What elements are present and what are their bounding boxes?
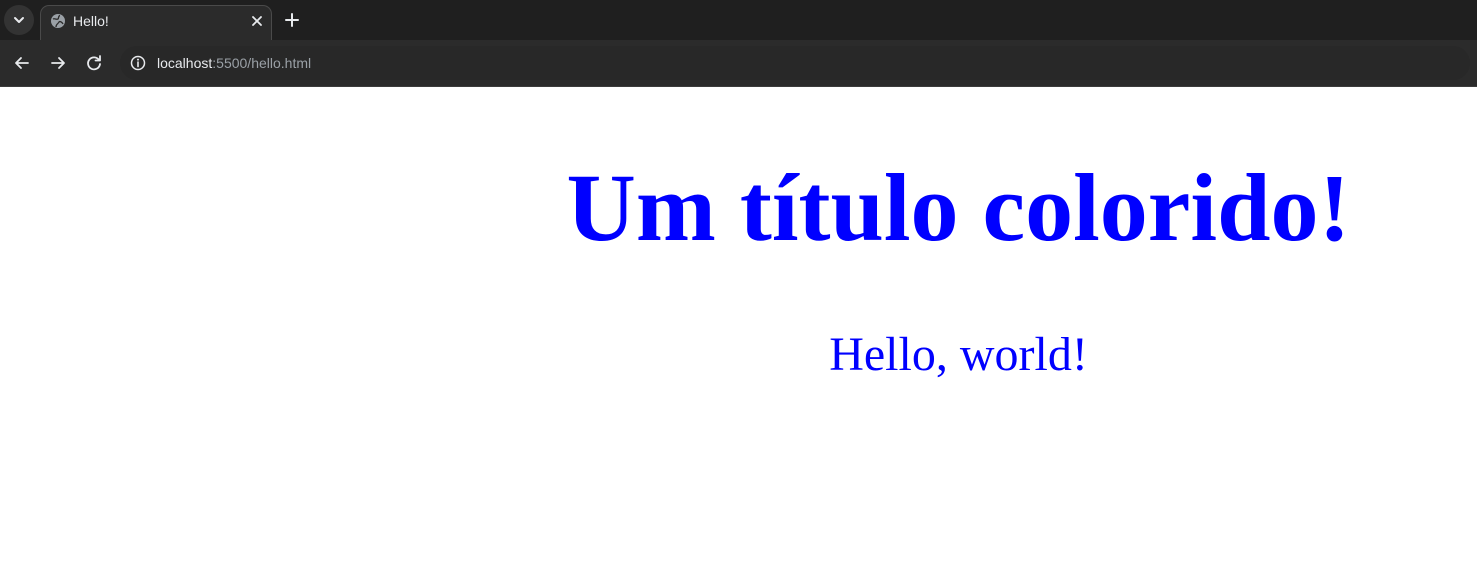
url-path: :5500/hello.html xyxy=(212,55,312,71)
tab-search-button[interactable] xyxy=(4,5,34,35)
arrow-left-icon[interactable] xyxy=(11,52,33,74)
url-host: localhost xyxy=(157,55,213,71)
page-content: Um título colorido! Hello, world! xyxy=(0,87,1477,582)
browser-toolbar: localhost:5500/hello.html xyxy=(0,40,1477,87)
plus-icon[interactable] xyxy=(282,10,302,30)
browser-tab[interactable]: Hello! xyxy=(40,5,272,40)
globe-icon xyxy=(51,14,65,28)
address-bar[interactable]: localhost:5500/hello.html xyxy=(120,46,1470,80)
tab-strip: Hello! xyxy=(0,0,1477,40)
page-heading: Um título colorido! xyxy=(566,154,1351,261)
page-paragraph: Hello, world! xyxy=(829,328,1088,381)
tab-title: Hello! xyxy=(73,13,109,29)
info-icon[interactable] xyxy=(129,54,147,72)
close-icon[interactable] xyxy=(248,12,266,30)
url-text[interactable]: localhost:5500/hello.html xyxy=(157,53,311,73)
chevron-down-icon xyxy=(14,17,24,23)
arrow-right-icon[interactable] xyxy=(47,52,69,74)
reload-icon[interactable] xyxy=(83,52,105,74)
